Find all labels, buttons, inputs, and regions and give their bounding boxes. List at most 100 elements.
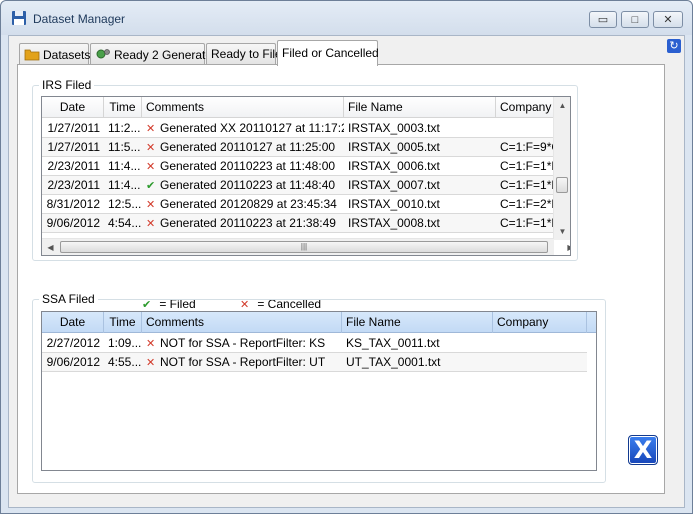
cell-file: IRSTAX_0005.txt (348, 140, 440, 154)
irs-vertical-scrollbar[interactable]: ▲ ▼ (553, 97, 570, 240)
cell-comment: ✕ Generated 20110223 at 11:48:00 (142, 157, 344, 175)
cell-file: IRSTAX_0008.txt (348, 216, 440, 230)
dataset-manager-window: Dataset Manager ▭ □ ✕ ↻ Datasets Ready 2… (0, 0, 693, 514)
cell-date: 1/27/2011 (47, 140, 101, 154)
irs-horizontal-scrollbar[interactable]: ◀ ||| ▶ (42, 238, 570, 255)
ssa-filed-group: SSA Filed Date Time Comments File Name C… (32, 292, 606, 483)
cell-date: 9/06/2012 (46, 355, 100, 369)
ssa-grid[interactable]: Date Time Comments File Name Company 2/2… (41, 311, 597, 471)
tab-panel: IRS Filed Date Time Comments File Name C… (17, 64, 665, 494)
grip-icon: ||| (300, 242, 308, 251)
window-title: Dataset Manager (33, 12, 126, 26)
close-dialog-button[interactable]: X (628, 435, 658, 465)
gears-icon (96, 49, 110, 59)
tab-ready-to-file[interactable]: Ready to File (206, 43, 282, 65)
cell-comment: ✕ NOT for SSA - ReportFilter: KS (142, 334, 342, 352)
cell-comment: ✕ Generated XX 20110127 at 11:17:25 (142, 119, 344, 137)
cell-time: 11:5... (108, 140, 141, 154)
comment-text: NOT for SSA - ReportFilter: KS (160, 336, 326, 350)
cell-time: 11:2... (108, 121, 141, 135)
cell-time: 4:55... (108, 355, 142, 369)
column-header-time[interactable]: Time (104, 312, 142, 333)
ssa-group-label: SSA Filed (39, 292, 98, 306)
cross-icon: ✕ (146, 357, 156, 369)
cell-file: IRSTAX_0006.txt (348, 159, 440, 173)
table-row[interactable]: 2/23/2011 11:4... ✔ Generated 20110223 at 1… (42, 176, 570, 195)
table-row[interactable]: 8/31/2012 12:5... ✕ Generated 20120829 at 2… (42, 195, 570, 214)
folder-icon (24, 49, 40, 61)
scroll-thumb-horizontal[interactable]: ||| (60, 241, 548, 253)
cell-comment: ✕ Generated 20120829 at 23:45:34 (142, 195, 344, 213)
irs-filed-group: IRS Filed Date Time Comments File Name C… (32, 78, 578, 261)
table-row[interactable]: 9/06/2012 4:54... ✕ Generated 20110223 at 2… (42, 214, 570, 233)
ssa-grid-header: Date Time Comments File Name Company (42, 312, 596, 333)
tab-label: Datasets (43, 48, 91, 62)
cross-icon: ✕ (146, 338, 156, 350)
cross-icon: ✕ (146, 218, 156, 230)
cell-date: 9/06/2012 (46, 216, 100, 230)
table-row[interactable]: 1/27/2011 11:2... ✕ Generated XX 20110127 a… (42, 119, 570, 138)
column-header-date[interactable]: Date (42, 97, 104, 118)
cell-file: IRSTAX_0007.txt (348, 178, 440, 192)
refresh-icon[interactable]: ↻ (667, 39, 681, 53)
table-row[interactable]: 9/06/2012 4:55... ✕ NOT for SSA - ReportFil… (42, 353, 587, 372)
scroll-up-icon[interactable]: ▲ (554, 97, 570, 114)
irs-grid[interactable]: Date Time Comments File Name Company 1/2… (41, 96, 571, 256)
maximize-button[interactable]: □ (621, 11, 649, 28)
comment-text: Generated 20110127 at 11:25:00 (160, 140, 336, 154)
comment-text: Generated 20110223 at 21:38:49 (160, 216, 336, 230)
column-header-file-name[interactable]: File Name (344, 97, 496, 118)
tab-filed-or-cancelled[interactable]: Filed or Cancelled (277, 40, 379, 66)
maximize-icon: □ (631, 13, 639, 26)
cross-icon: ✕ (146, 142, 156, 154)
close-window-button[interactable]: ✕ (653, 11, 683, 28)
cell-date: 8/31/2012 (46, 197, 100, 211)
cross-icon: ✕ (146, 123, 156, 135)
cell-time: 12:5... (108, 197, 142, 211)
column-header-time[interactable]: Time (104, 97, 142, 118)
cell-company (493, 353, 587, 371)
irs-grid-header: Date Time Comments File Name Company (42, 97, 554, 118)
tab-label: Ready 2 Generate (114, 48, 213, 62)
cell-time: 1:09... (108, 336, 142, 350)
title-bar[interactable]: Dataset Manager ▭ □ ✕ (1, 1, 692, 35)
cell-comment: ✔ Generated 20110223 at 11:48:40 (142, 176, 344, 194)
table-row[interactable]: 1/27/2011 11:5... ✕ Generated 20110127 at 1… (42, 138, 570, 157)
close-icon: ✕ (663, 14, 673, 26)
scroll-left-icon[interactable]: ◀ (42, 239, 59, 255)
client-area: ↻ Datasets Ready 2 Generate Ready to Fil… (8, 35, 685, 508)
check-icon: ✔ (146, 180, 156, 192)
table-row[interactable]: 2/23/2011 11:4... ✕ Generated 20110223 at 1… (42, 157, 570, 176)
cell-date: 2/23/2011 (47, 159, 101, 173)
minimize-button[interactable]: ▭ (589, 11, 617, 28)
cell-date: 2/27/2012 (46, 336, 100, 350)
column-header-file-name[interactable]: File Name (342, 312, 493, 333)
column-header-comments[interactable]: Comments (142, 97, 344, 118)
cell-file: IRSTAX_0003.txt (348, 121, 440, 135)
cell-date: 1/27/2011 (47, 121, 101, 135)
minimize-icon: ▭ (597, 14, 609, 26)
scroll-down-icon[interactable]: ▼ (554, 223, 570, 240)
table-row[interactable]: 2/27/2012 1:09... ✕ NOT for SSA - ReportFil… (42, 334, 587, 353)
column-header-date[interactable]: Date (42, 312, 104, 333)
comment-text: NOT for SSA - ReportFilter: UT (160, 355, 326, 369)
tab-ready-2-generate[interactable]: Ready 2 Generate (90, 43, 212, 65)
cell-file: KS_TAX_0011.txt (346, 336, 440, 350)
comment-text: Generated 20110223 at 11:48:40 (160, 178, 336, 192)
cell-date: 2/23/2011 (47, 178, 101, 192)
scroll-thumb[interactable] (556, 177, 568, 193)
cell-time: 4:54... (108, 216, 142, 230)
comment-text: Generated 20110223 at 11:48:00 (160, 159, 336, 173)
irs-group-label: IRS Filed (39, 78, 95, 92)
tab-datasets[interactable]: Datasets (19, 43, 91, 65)
tab-label: Filed or Cancelled (282, 46, 379, 60)
column-header-company[interactable]: Company (493, 312, 587, 333)
cross-icon: ✕ (146, 161, 156, 173)
column-header-comments[interactable]: Comments (142, 312, 342, 333)
cell-time: 11:4... (108, 159, 141, 173)
comment-text: Generated 20120829 at 23:45:34 (160, 197, 337, 211)
comment-text: Generated XX 20110127 at 11:17:25 (160, 121, 344, 135)
tab-label: Ready to File (211, 47, 282, 61)
scroll-right-icon[interactable]: ▶ (562, 239, 570, 255)
cell-time: 11:4... (108, 178, 141, 192)
